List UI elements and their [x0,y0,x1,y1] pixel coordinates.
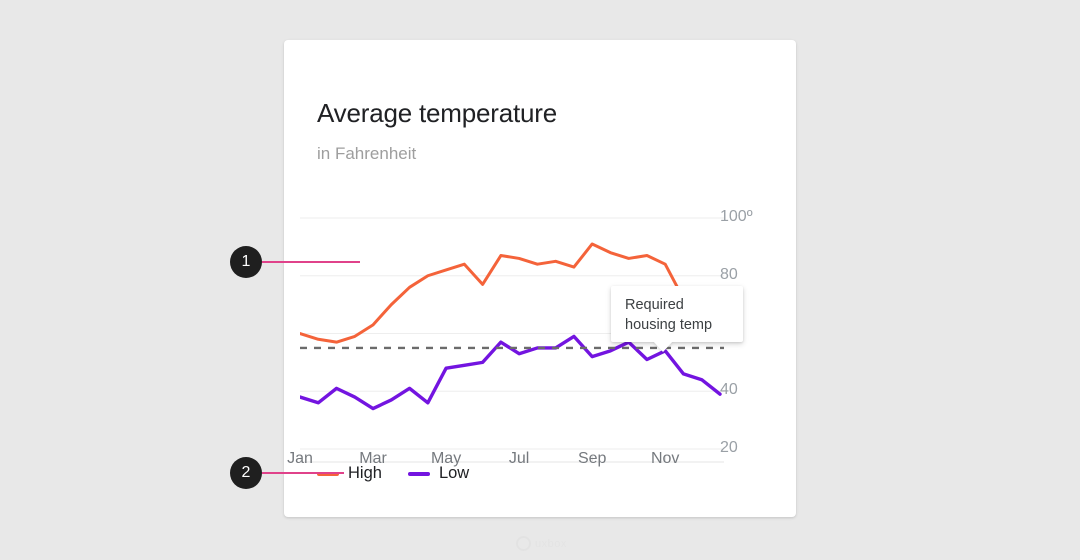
annotation-leader-line-1 [262,261,360,263]
screen: Average temperature in Fahrenheit 100º 80… [0,0,1080,560]
x-axis-tick-label: Nov [651,450,679,468]
threshold-tooltip: Required housing temp [611,286,743,342]
x-axis-tick-label: Jul [509,450,529,468]
legend-swatch-icon [408,472,430,476]
y-axis-tick-label: 100º [720,208,753,226]
annotation-badge-1: 1 [230,246,262,278]
watermark: uxbox [516,536,567,551]
page-title: Average temperature [317,98,557,129]
y-axis-tick-label: 20 [720,439,738,457]
legend-item-low[interactable]: Low [408,464,469,483]
annotation-marker-1: 1 [230,246,360,278]
legend-label: Low [439,464,469,483]
annotation-badge-2: 2 [230,457,262,489]
watermark-label: uxbox [535,538,567,550]
y-axis-tick-label: 40 [720,381,738,399]
annotation-marker-2: 2 [230,457,344,489]
y-axis-tick-label: 80 [720,266,738,284]
legend-label: High [348,464,382,483]
annotation-leader-line-2 [262,472,344,474]
card-subtitle: in Fahrenheit [317,144,416,164]
watermark-logo-icon [516,536,531,551]
temperature-chart-card: Average temperature in Fahrenheit 100º 80… [284,40,796,517]
x-axis-tick-label: Sep [578,450,606,468]
tooltip-arrow-icon [653,341,673,352]
threshold-tooltip-text: Required housing temp [625,295,737,335]
